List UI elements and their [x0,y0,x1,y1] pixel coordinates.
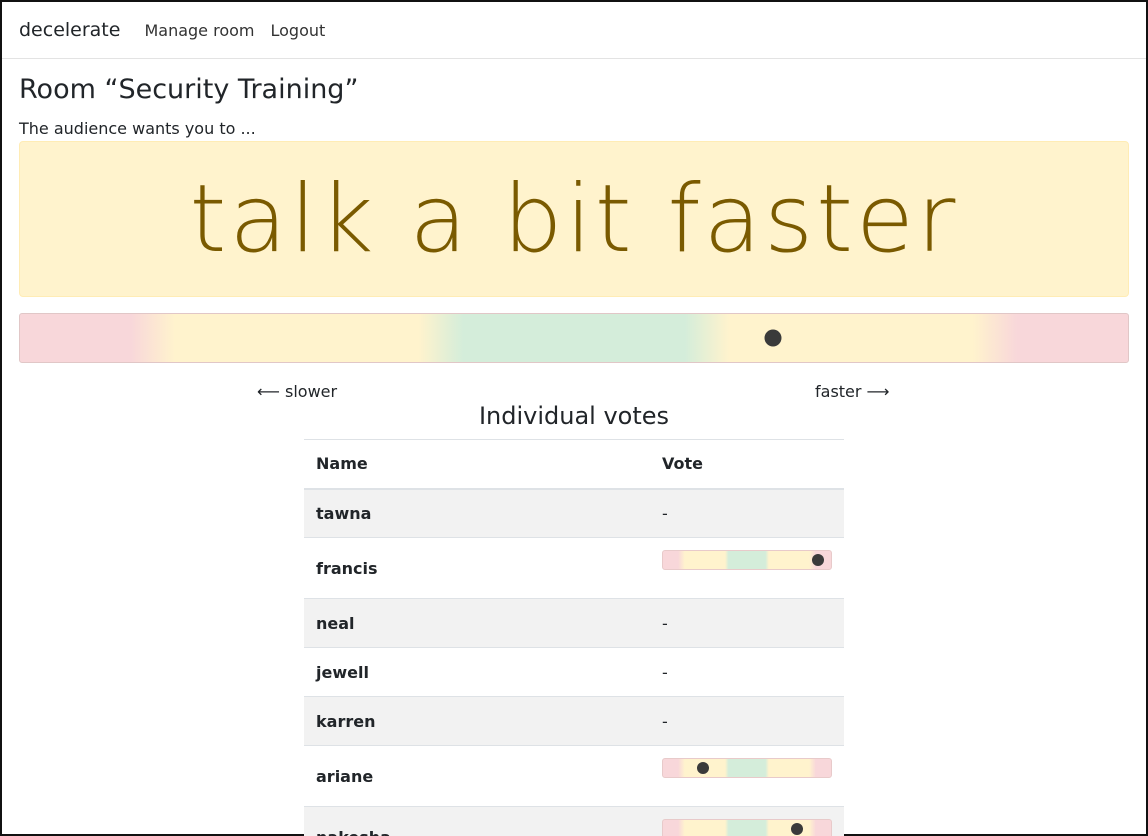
voter-vote: - [650,488,844,538]
vote-meter-marker [697,762,710,774]
voter-vote [650,806,844,836]
voter-vote [650,745,844,807]
page-title: Room “Security Training” [19,74,359,105]
faster-label: faster ⟶ [815,382,890,401]
voter-name: karren [304,696,650,746]
status-message: talk a bit faster [189,164,959,274]
table-row: ariane [304,745,844,807]
table-row: nakesha [304,806,844,836]
brand-link[interactable]: decelerate [19,19,120,41]
table-row: karren - [304,696,844,746]
vote-column-header: Vote [650,439,844,490]
votes-heading: Individual votes [478,402,670,430]
voter-name: neal [304,598,650,648]
table-row: francis [304,537,844,599]
manage-room-link[interactable]: Manage room [144,21,254,40]
voter-name: nakesha [304,806,650,836]
voter-vote [650,537,844,599]
speed-meter [19,313,1129,363]
vote-meter [662,819,832,836]
table-row: neal - [304,598,844,648]
vote-meter [662,550,832,570]
vote-meter [662,758,832,778]
top-navbar: decelerate Manage room Logout [2,2,1146,59]
votes-table: Name Vote tawna - francis neal - jewell - karre… [304,439,844,836]
voter-vote: - [650,598,844,648]
table-header-row: Name Vote [304,439,844,490]
voter-name: jewell [304,647,650,697]
slower-label: ⟵ slower [257,382,338,401]
lead-text: The audience wants you to ... [19,119,256,138]
voter-vote: - [650,696,844,746]
vote-meter-marker [791,823,804,836]
table-row: tawna - [304,488,844,538]
table-row: jewell - [304,647,844,697]
voter-name: ariane [304,745,650,807]
logout-link[interactable]: Logout [270,21,325,40]
voter-name: francis [304,537,650,599]
voter-vote: - [650,647,844,697]
vote-meter-marker [811,554,824,566]
speed-meter-marker [764,329,782,347]
voter-name: tawna [304,488,650,538]
status-banner: talk a bit faster [19,141,1129,297]
name-column-header: Name [304,439,650,490]
